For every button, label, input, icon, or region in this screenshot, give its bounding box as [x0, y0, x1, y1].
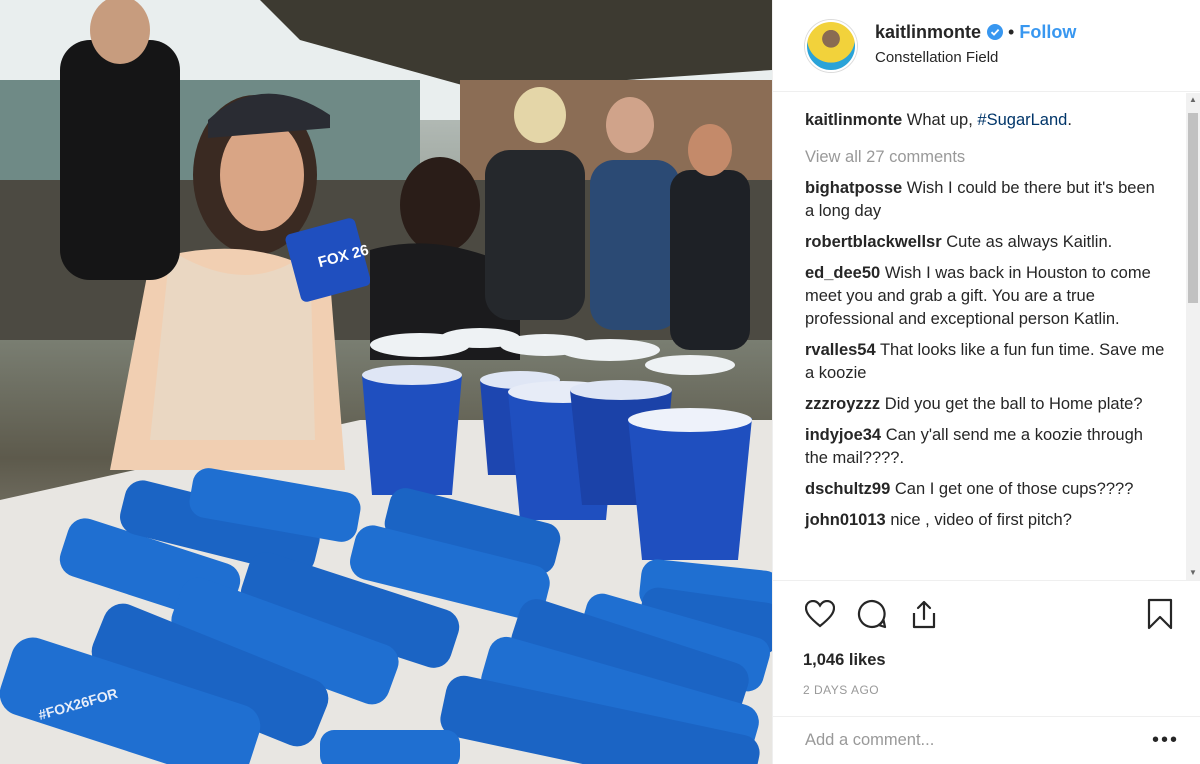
heart-icon[interactable] — [803, 597, 837, 631]
instagram-post: FOX 26 #FOX26FOR kaitlinmonte • Follow C… — [0, 0, 1200, 764]
comment-username[interactable]: bighatposse — [805, 179, 902, 197]
action-icons-row — [803, 597, 1177, 631]
comment-item: bighatposse Wish I could be there but it… — [805, 177, 1165, 223]
comment-item: john01013 nice , video of first pitch? — [805, 509, 1165, 532]
comment-item: ed_dee50 Wish I was back in Houston to c… — [805, 262, 1165, 331]
verified-badge-icon — [987, 24, 1004, 40]
comments-list[interactable]: kaitlinmonte What up, #SugarLand. View a… — [773, 93, 1200, 580]
comment-username[interactable]: robertblackwellsr — [805, 233, 942, 251]
bookmark-icon[interactable] — [1143, 597, 1177, 631]
scroll-up-arrow-icon[interactable]: ▲ — [1189, 96, 1197, 104]
comment-username[interactable]: indyjoe34 — [805, 426, 881, 444]
follow-button[interactable]: Follow — [1019, 22, 1076, 43]
comment-item: dschultz99 Can I get one of those cups??… — [805, 478, 1165, 501]
comment-item: indyjoe34 Can y'all send me a koozie thr… — [805, 424, 1165, 470]
photo-illustration: FOX 26 #FOX26FOR — [0, 0, 772, 764]
username-link[interactable]: kaitlinmonte — [875, 22, 981, 43]
caption-end: . — [1067, 111, 1072, 129]
comment-icon[interactable] — [855, 597, 889, 631]
comment-item: robertblackwellsr Cute as always Kaitlin… — [805, 231, 1165, 254]
scroll-thumb[interactable] — [1188, 113, 1198, 303]
likes-count[interactable]: 1,046 likes — [803, 651, 1177, 670]
separator-dot: • — [1008, 21, 1015, 42]
post-date: 2 DAYS AGO — [803, 683, 880, 697]
comment-username[interactable]: zzzroyzzz — [805, 395, 880, 413]
caption: kaitlinmonte What up, #SugarLand. — [805, 109, 1165, 132]
comment-username[interactable]: dschultz99 — [805, 480, 890, 498]
hashtag-link[interactable]: #SugarLand — [977, 111, 1067, 129]
comments-scrollbar[interactable]: ▲ ▼ — [1186, 93, 1200, 580]
comment-username[interactable]: ed_dee50 — [805, 264, 880, 282]
more-options-button[interactable]: ••• — [1152, 729, 1179, 752]
comment-item: zzzroyzzz Did you get the ball to Home p… — [805, 393, 1165, 416]
avatar[interactable] — [805, 19, 857, 72]
comment-text: nice , video of first pitch? — [890, 511, 1072, 529]
comment-text: Did you get the ball to Home plate? — [884, 395, 1143, 413]
comment-item: rvalles54 That looks like a fun fun time… — [805, 339, 1165, 385]
add-comment-bar: ••• — [773, 716, 1200, 764]
scroll-down-arrow-icon[interactable]: ▼ — [1189, 569, 1197, 577]
post-photo[interactable]: FOX 26 #FOX26FOR — [0, 0, 772, 764]
comment-text: Can I get one of those cups???? — [894, 480, 1134, 498]
share-icon[interactable] — [907, 597, 941, 631]
post-actions: 1,046 likes 2 DAYS AGO — [773, 580, 1200, 716]
comment-username[interactable]: rvalles54 — [805, 341, 876, 359]
location-link[interactable]: Constellation Field — [875, 49, 1076, 66]
comment-text: Cute as always Kaitlin. — [946, 233, 1113, 251]
comment-username[interactable]: john01013 — [805, 511, 886, 529]
post-header: kaitlinmonte • Follow Constellation Fiel… — [773, 0, 1200, 92]
caption-text: What up, — [906, 111, 978, 129]
username-row: kaitlinmonte • Follow — [875, 22, 1076, 43]
comment-input[interactable] — [805, 731, 1125, 750]
caption-username[interactable]: kaitlinmonte — [805, 111, 902, 129]
post-side-panel: kaitlinmonte • Follow Constellation Fiel… — [772, 0, 1200, 764]
view-all-comments-link[interactable]: View all 27 comments — [805, 148, 1165, 167]
header-text: kaitlinmonte • Follow Constellation Fiel… — [875, 22, 1076, 66]
